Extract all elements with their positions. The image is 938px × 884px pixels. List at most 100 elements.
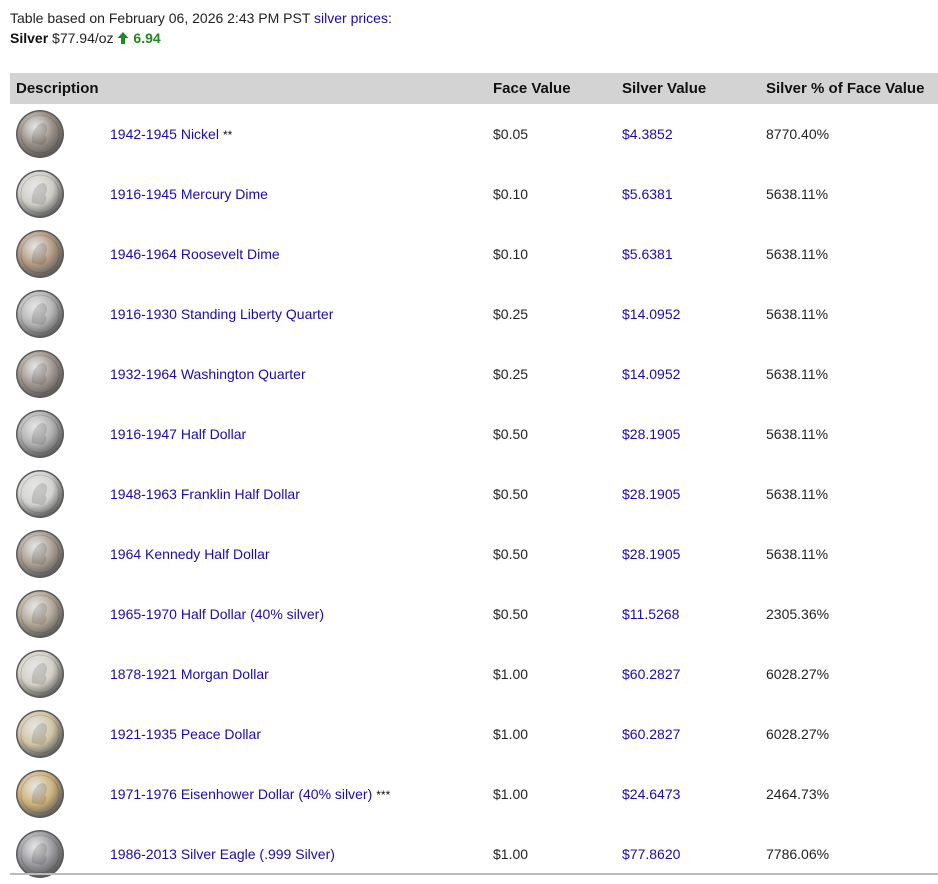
- coin-description-link[interactable]: 1916-1930 Standing Liberty Quarter: [110, 306, 493, 322]
- silver-prices-link[interactable]: silver prices: [314, 10, 388, 26]
- silver-percent-of-face: 5638.11%: [766, 366, 829, 382]
- face-value: $1.00: [493, 786, 529, 802]
- face-value: $0.50: [493, 486, 529, 502]
- silver-percent-of-face: 6028.27%: [766, 666, 830, 682]
- silver-percent-of-face: 8770.40%: [766, 126, 830, 142]
- coin-image[interactable]: [10, 649, 110, 699]
- coin-icon: [16, 770, 64, 818]
- silver-value-link[interactable]: $14.0952: [622, 306, 766, 322]
- header-silver-value: Silver Value: [622, 80, 707, 97]
- coin-image[interactable]: [10, 229, 110, 279]
- coin-name[interactable]: 1964 Kennedy Half Dollar: [110, 546, 270, 562]
- silver-value-link[interactable]: $28.1905: [622, 486, 766, 502]
- table-body: 1942-1945 Nickel ** $0.05 $4.3852 8770.40…: [10, 104, 938, 884]
- coin-name[interactable]: 1921-1935 Peace Dollar: [110, 726, 261, 742]
- coin-image[interactable]: [10, 829, 110, 879]
- coin-icon: [16, 530, 64, 578]
- coin-image[interactable]: [10, 169, 110, 219]
- coin-name[interactable]: 1878-1921 Morgan Dollar: [110, 666, 269, 682]
- colon-text: :: [387, 10, 392, 26]
- coin-icon: [16, 410, 64, 458]
- coin-image[interactable]: [10, 469, 110, 519]
- coin-description-link[interactable]: 1942-1945 Nickel **: [110, 126, 493, 142]
- footnote-marker: **: [222, 128, 233, 142]
- silver-value-link[interactable]: $14.0952: [622, 366, 766, 382]
- coin-description-link[interactable]: 1916-1947 Half Dollar: [110, 426, 493, 442]
- coin-image[interactable]: [10, 589, 110, 639]
- coin-icon: [16, 290, 64, 338]
- table-row: 1948-1963 Franklin Half Dollar $0.50 $28…: [10, 464, 938, 524]
- coin-image[interactable]: [10, 289, 110, 339]
- coin-description-link[interactable]: 1964 Kennedy Half Dollar: [110, 546, 493, 562]
- coin-icon: [16, 650, 64, 698]
- silver-percent-of-face: 5638.11%: [766, 306, 829, 322]
- coin-image[interactable]: [10, 769, 110, 819]
- table-row: 1878-1921 Morgan Dollar $1.00 $60.2827 6…: [10, 644, 938, 704]
- coin-description-link[interactable]: 1921-1935 Peace Dollar: [110, 726, 493, 742]
- table-row: 1942-1945 Nickel ** $0.05 $4.3852 8770.40…: [10, 104, 938, 164]
- table-based-text: Table based on February 06, 2026 2:43 PM…: [10, 10, 311, 26]
- coin-description-link[interactable]: 1986-2013 Silver Eagle (.999 Silver): [110, 846, 493, 862]
- silver-value-link[interactable]: $28.1905: [622, 426, 766, 442]
- coin-image[interactable]: [10, 409, 110, 459]
- coin-image[interactable]: [10, 529, 110, 579]
- silver-value-link[interactable]: $60.2827: [622, 666, 766, 682]
- coin-icon: [16, 170, 64, 218]
- silver-value-link[interactable]: $5.6381: [622, 186, 766, 202]
- coin-name[interactable]: 1942-1945 Nickel: [110, 126, 219, 142]
- table-row: 1916-1930 Standing Liberty Quarter $0.25…: [10, 284, 938, 344]
- table-row: 1916-1947 Half Dollar $0.50 $28.1905 563…: [10, 404, 938, 464]
- table-row: 1916-1945 Mercury Dime $0.10 $5.6381 563…: [10, 164, 938, 224]
- coin-description-link[interactable]: 1932-1964 Washington Quarter: [110, 366, 493, 382]
- coin-name[interactable]: 1916-1947 Half Dollar: [110, 426, 246, 442]
- table-row: 1964 Kennedy Half Dollar $0.50 $28.1905 …: [10, 524, 938, 584]
- coin-name[interactable]: 1965-1970 Half Dollar (40% silver): [110, 606, 324, 622]
- coin-icon: [16, 830, 64, 878]
- coin-name[interactable]: 1971-1976 Eisenhower Dollar (40% silver): [110, 786, 372, 802]
- silver-value-link[interactable]: $77.8620: [622, 846, 766, 862]
- silver-percent-of-face: 5638.11%: [766, 426, 829, 442]
- silver-value-link[interactable]: $4.3852: [622, 126, 766, 142]
- coin-name[interactable]: 1932-1964 Washington Quarter: [110, 366, 306, 382]
- coin-description-link[interactable]: 1946-1964 Roosevelt Dime: [110, 246, 493, 262]
- table-row: 1971-1976 Eisenhower Dollar (40% silver)…: [10, 764, 938, 824]
- coin-description-link[interactable]: 1916-1945 Mercury Dime: [110, 186, 493, 202]
- coin-description-link[interactable]: 1971-1976 Eisenhower Dollar (40% silver)…: [110, 786, 493, 802]
- table-row: 1946-1964 Roosevelt Dime $0.10 $5.6381 5…: [10, 224, 938, 284]
- silver-percent-of-face: 5638.11%: [766, 246, 829, 262]
- up-arrow-icon: [117, 32, 129, 44]
- table-date-line: Table based on February 06, 2026 2:43 PM…: [10, 8, 392, 28]
- coin-name[interactable]: 1916-1930 Standing Liberty Quarter: [110, 306, 333, 322]
- silver-value-link[interactable]: $28.1905: [622, 546, 766, 562]
- face-value: $0.50: [493, 546, 529, 562]
- coin-description-link[interactable]: 1965-1970 Half Dollar (40% silver): [110, 606, 493, 622]
- face-value: $1.00: [493, 846, 529, 862]
- silver-value-link[interactable]: $5.6381: [622, 246, 766, 262]
- coin-name[interactable]: 1946-1964 Roosevelt Dime: [110, 246, 280, 262]
- coin-icon: [16, 230, 64, 278]
- face-value: $0.50: [493, 606, 529, 622]
- coin-image[interactable]: [10, 349, 110, 399]
- coin-image[interactable]: [10, 109, 110, 159]
- coin-icon: [16, 590, 64, 638]
- coin-name[interactable]: 1948-1963 Franklin Half Dollar: [110, 486, 300, 502]
- silver-percent-of-face: 2305.36%: [766, 606, 830, 622]
- silver-value-link[interactable]: $24.6473: [622, 786, 766, 802]
- face-value: $1.00: [493, 666, 529, 682]
- face-value: $0.10: [493, 246, 529, 262]
- table-header-row: Description Face Value Silver Value Silv…: [10, 73, 938, 104]
- coin-icon: [16, 470, 64, 518]
- silver-value-link[interactable]: $60.2827: [622, 726, 766, 742]
- coin-image[interactable]: [10, 709, 110, 759]
- coin-icon: [16, 710, 64, 758]
- silver-price-line: Silver $77.94/oz 6.94: [10, 28, 392, 48]
- coin-name[interactable]: 1916-1945 Mercury Dime: [110, 186, 268, 202]
- table-row: 1965-1970 Half Dollar (40% silver) $0.50…: [10, 584, 938, 644]
- silver-percent-of-face: 5638.11%: [766, 486, 829, 502]
- coin-description-link[interactable]: 1878-1921 Morgan Dollar: [110, 666, 493, 682]
- silver-value-link[interactable]: $11.5268: [622, 606, 766, 622]
- face-value: $0.25: [493, 306, 529, 322]
- coin-description-link[interactable]: 1948-1963 Franklin Half Dollar: [110, 486, 493, 502]
- table-row: 1932-1964 Washington Quarter $0.25 $14.0…: [10, 344, 938, 404]
- coin-name[interactable]: 1986-2013 Silver Eagle (.999 Silver): [110, 846, 335, 862]
